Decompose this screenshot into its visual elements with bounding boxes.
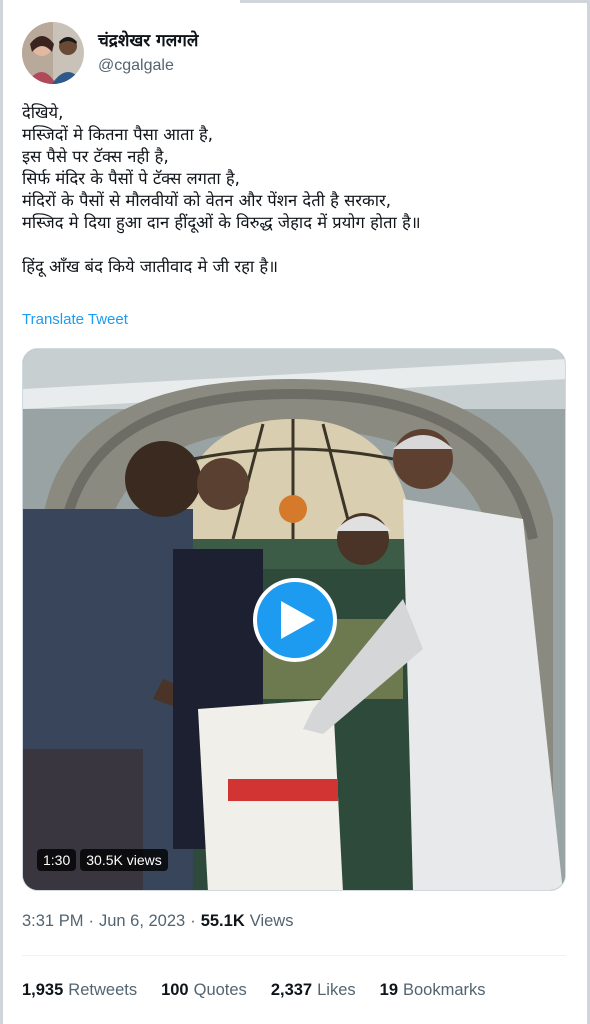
stat-count: 2,337 [270,981,313,999]
translate-tweet-link[interactable]: Translate Tweet [22,311,128,328]
play-icon [281,601,315,639]
tweet-line: इस पैसे पर टॅक्स नही है, [22,147,169,166]
meta-separator: · [88,912,94,930]
stat-bookmarks[interactable]: 19 Bookmarks [380,981,486,1000]
stat-label: Likes [317,981,356,999]
stat-label: Quotes [193,981,247,999]
video-views-badge: 30.5K views [80,849,168,871]
divider [22,955,566,956]
stat-quotes[interactable]: 100 Quotes [161,981,247,1000]
play-button[interactable] [253,578,337,662]
tweet-date[interactable]: Jun 6, 2023 [99,912,185,931]
stat-label: Bookmarks [403,981,486,999]
tweet-meta: 3:31 PM · Jun 6, 2023 · 55.1K Views [22,912,293,931]
stat-count: 100 [161,981,189,999]
tweet-line: मस्जिदों मे कितना पैसा आता है, [22,125,214,144]
screenshot-frame-left [0,0,3,1024]
tweet-line: सिर्फ मंदिर के पैसों पे टॅक्स लगता है, [22,169,240,188]
video-badges: 1:30 30.5K views [37,849,168,871]
views-label: Views [249,912,294,930]
tweet-closing-line: हिंदू आँख बंद किये जातीवाद मे जी रहा है॥ [22,257,279,276]
stat-label: Retweets [68,981,138,999]
screenshot-frame-top [240,0,590,3]
stat-count: 19 [379,981,398,999]
user-handle[interactable]: @cgalgale [98,55,198,77]
tweet-line: देखिये, [22,103,64,122]
stat-count: 1,935 [22,981,64,999]
tweet-line: मंदिरों के पैसों से मौलवीयों को वेतन और … [22,191,391,210]
tweet-header: चंद्रशेखर गलगले @cgalgale [22,20,562,86]
video-player[interactable]: 1:30 30.5K views [22,348,566,891]
tweet-line: मस्जिद मे दिया हुआ दान हींदूओं के विरुद्… [22,213,421,232]
meta-separator: · [190,912,196,930]
tweet-time[interactable]: 3:31 PM [22,912,83,931]
stat-likes[interactable]: 2,337 Likes [271,981,356,1000]
video-duration-badge: 1:30 [37,849,77,871]
views-count: 55.1K [200,912,245,930]
display-name[interactable]: चंद्रशेखर गलगले [98,29,198,53]
tweet-text: देखिये, मस्जिदों मे कितना पैसा आता है, इ… [22,102,567,278]
avatar[interactable] [22,22,84,84]
stat-retweets[interactable]: 1,935 Retweets [22,981,137,1000]
tweet-stats: 1,935 Retweets 100 Quotes 2,337 Likes 19… [22,981,486,1000]
